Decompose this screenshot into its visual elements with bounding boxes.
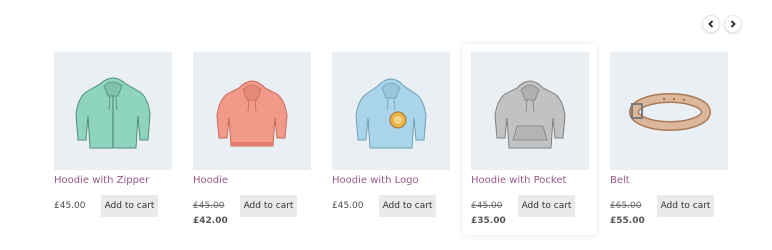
price-block: £45.00 £42.00 bbox=[193, 195, 228, 229]
product-sale-price: £42.00 bbox=[193, 216, 228, 226]
carousel-prev-button[interactable] bbox=[702, 15, 720, 33]
product-name[interactable]: Hoodie with Pocket bbox=[471, 175, 589, 187]
add-to-cart-button[interactable]: Add to cart bbox=[240, 195, 297, 217]
product-card: Hoodie with Pocket £45.00 £35.00 Add to … bbox=[463, 44, 597, 235]
hoodie-icon bbox=[216, 80, 288, 147]
hoodie-pocket-icon bbox=[494, 80, 566, 149]
product-image[interactable] bbox=[332, 52, 450, 170]
carousel-next-button[interactable] bbox=[724, 15, 742, 33]
product-row: £45.00 £42.00 Add to cart bbox=[193, 195, 297, 229]
product-price: £45.00 bbox=[332, 201, 364, 211]
price-block: £45.00 bbox=[332, 195, 364, 214]
product-card: Belt £65.00 £55.00 Add to cart bbox=[610, 52, 728, 229]
product-image[interactable] bbox=[54, 52, 172, 170]
add-to-cart-button[interactable]: Add to cart bbox=[379, 195, 436, 217]
chevron-right-icon bbox=[730, 20, 736, 28]
product-sale-price: £55.00 bbox=[610, 216, 645, 226]
hoodie-zipper-icon bbox=[75, 77, 151, 149]
product-image[interactable] bbox=[471, 52, 589, 170]
price-block: £45.00 £35.00 bbox=[471, 195, 506, 229]
product-card: Hoodie £45.00 £42.00 Add to cart bbox=[193, 52, 311, 229]
add-to-cart-button[interactable]: Add to cart bbox=[518, 195, 575, 217]
product-row: £65.00 £55.00 Add to cart bbox=[610, 195, 714, 229]
product-image[interactable] bbox=[610, 52, 728, 170]
belt-icon bbox=[629, 93, 711, 131]
add-to-cart-button[interactable]: Add to cart bbox=[101, 195, 158, 217]
product-name[interactable]: Hoodie with Logo bbox=[332, 175, 450, 187]
product-card: Hoodie with Zipper £45.00 Add to cart bbox=[54, 52, 172, 217]
hoodie-logo-icon bbox=[355, 78, 427, 149]
product-name[interactable]: Belt bbox=[610, 175, 728, 187]
product-name[interactable]: Hoodie bbox=[193, 175, 311, 187]
price-block: £45.00 bbox=[54, 195, 86, 214]
add-to-cart-button[interactable]: Add to cart bbox=[657, 195, 714, 217]
product-old-price: £45.00 bbox=[193, 201, 225, 211]
product-price: £45.00 bbox=[54, 201, 86, 211]
product-image[interactable] bbox=[193, 52, 311, 170]
price-block: £65.00 £55.00 bbox=[610, 195, 645, 229]
product-old-price: £45.00 bbox=[471, 201, 503, 211]
product-row: £45.00 Add to cart bbox=[332, 195, 436, 217]
chevron-left-icon bbox=[708, 20, 714, 28]
product-card: Hoodie with Logo £45.00 Add to cart bbox=[332, 52, 450, 217]
product-name[interactable]: Hoodie with Zipper bbox=[54, 175, 172, 187]
carousel-nav bbox=[702, 15, 742, 33]
product-row: £45.00 Add to cart bbox=[54, 195, 158, 217]
product-row: £45.00 £35.00 Add to cart bbox=[471, 195, 575, 229]
product-sale-price: £35.00 bbox=[471, 216, 506, 226]
product-old-price: £65.00 bbox=[610, 201, 642, 211]
